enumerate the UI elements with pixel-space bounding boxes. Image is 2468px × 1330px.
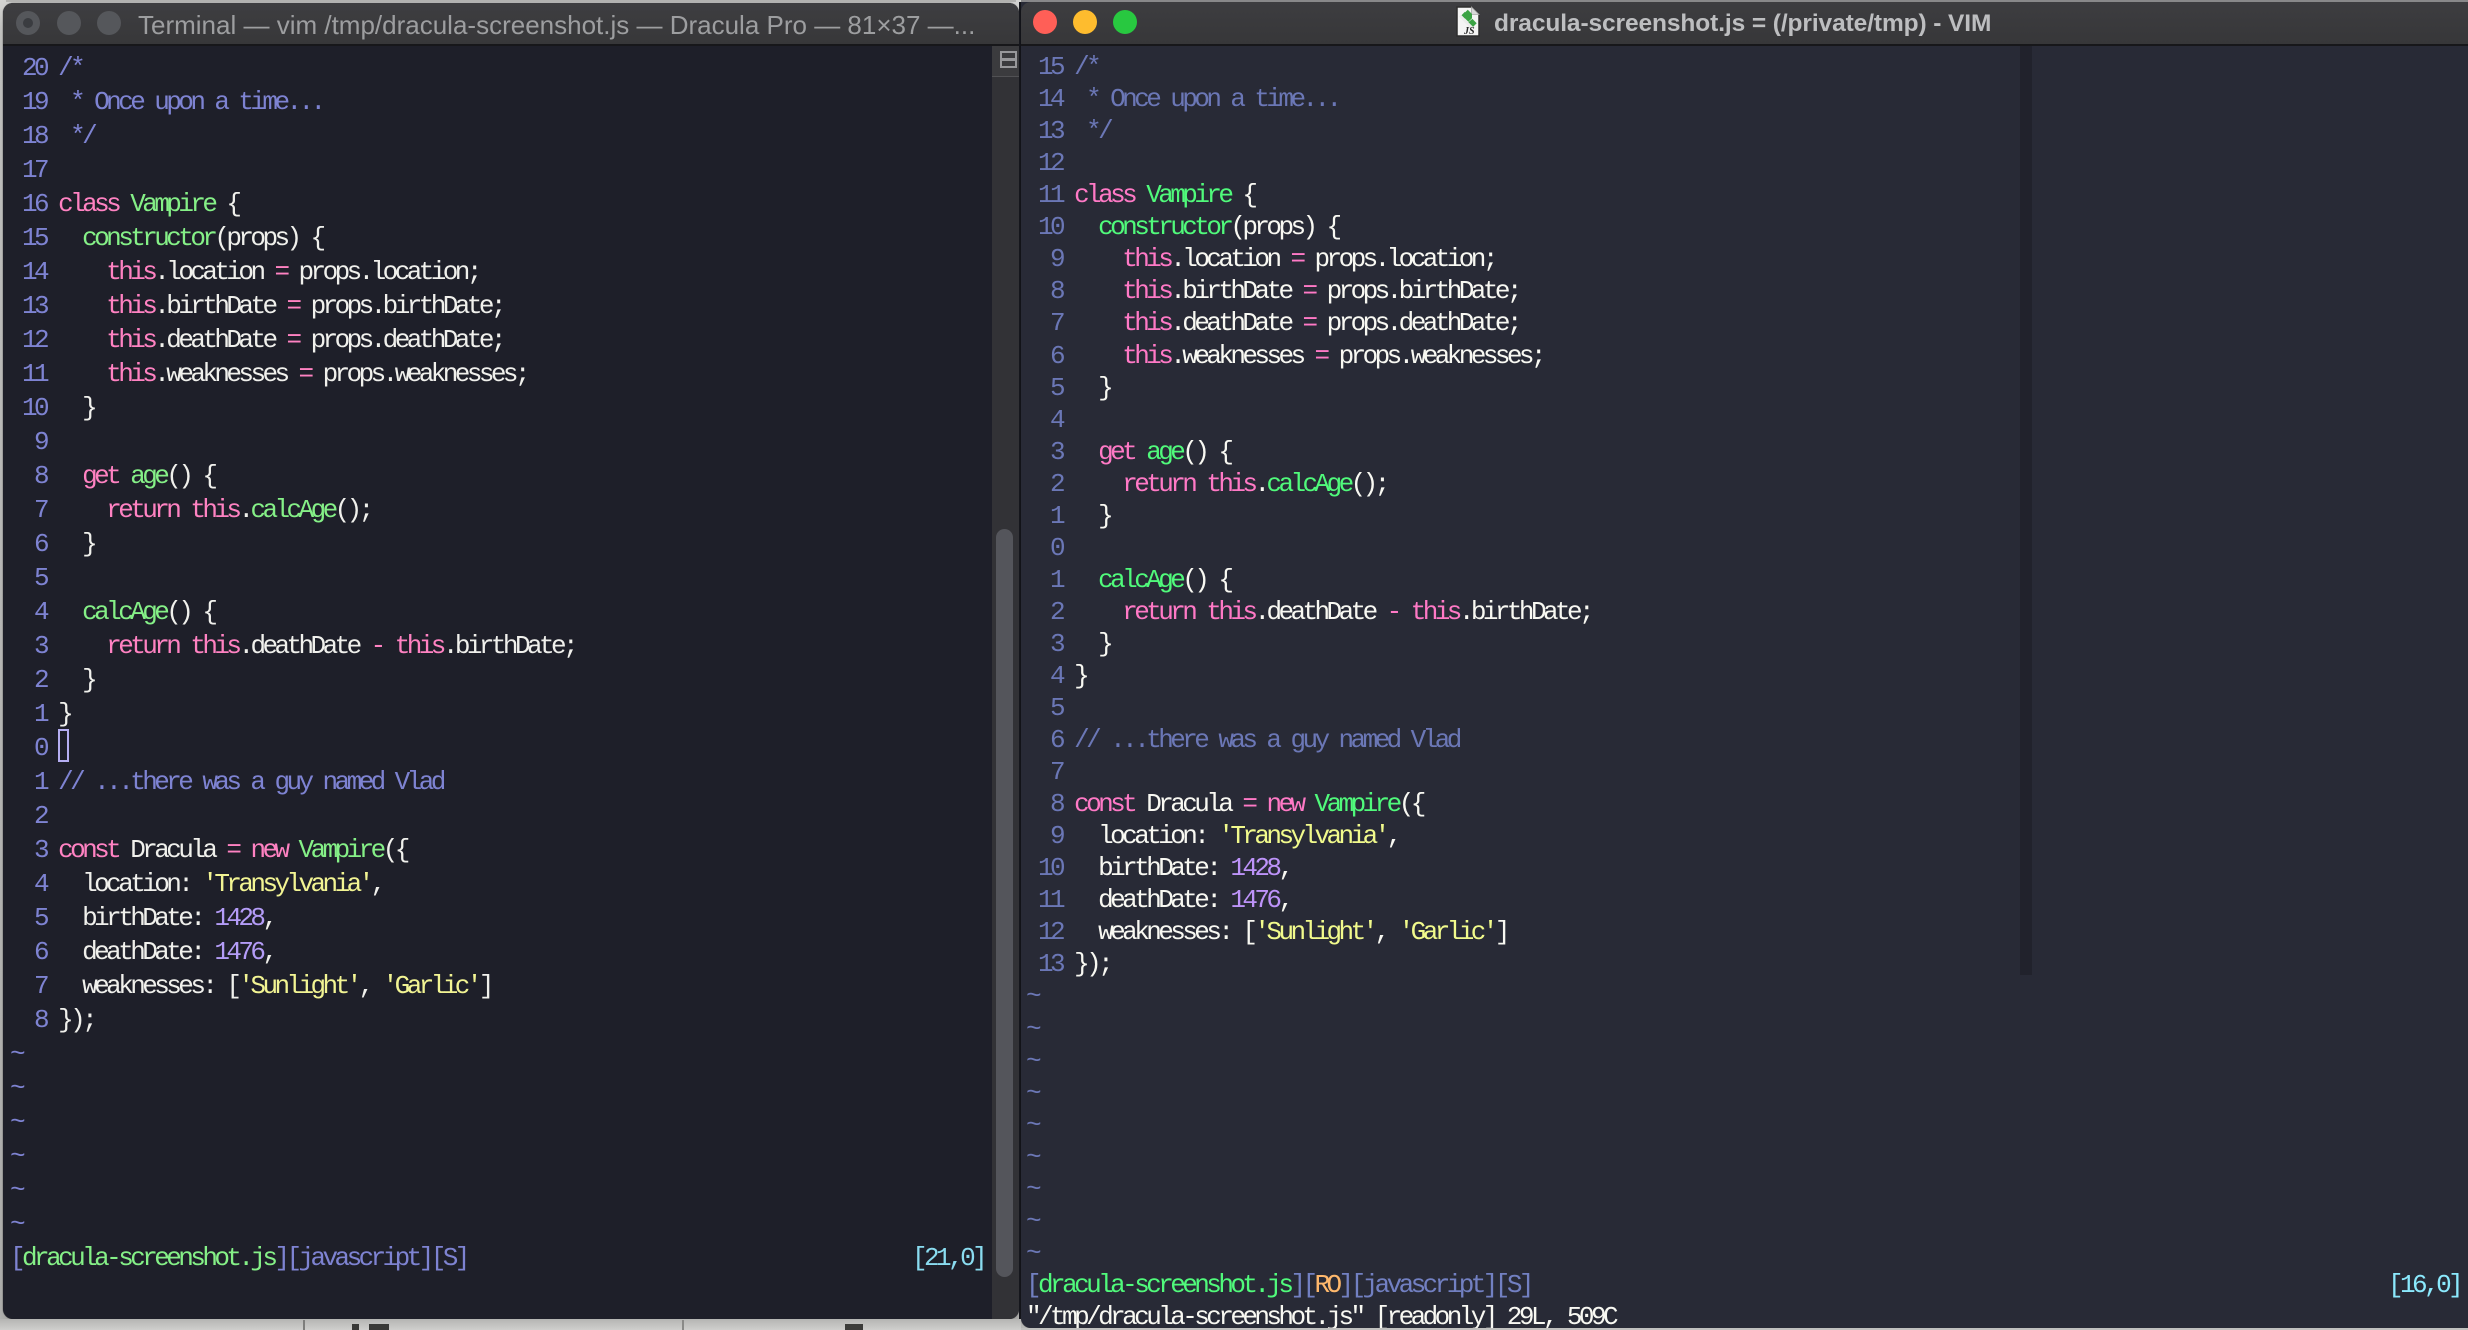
svg-text:JS: JS <box>1463 26 1475 37</box>
